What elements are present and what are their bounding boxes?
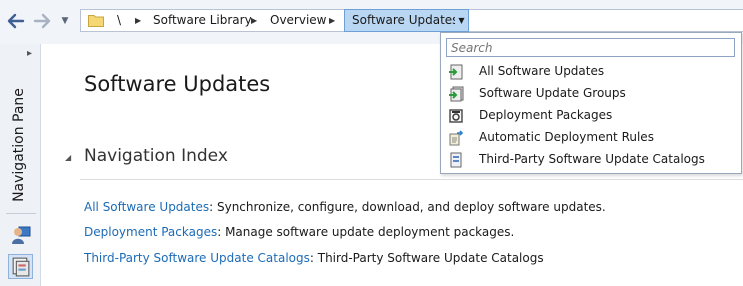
breadcrumb-separator-icon[interactable]: ▶ <box>329 10 335 31</box>
folder-icon <box>88 15 104 27</box>
navigation-pane: ▸ Navigation Pane <box>0 44 41 286</box>
breadcrumb-software-updates[interactable]: Software Updates <box>344 9 467 32</box>
breadcrumb-dropdown-button[interactable]: ▼ <box>455 9 469 32</box>
item-description: : Third-Party Software Update Catalogs <box>309 251 544 265</box>
deployment-packages-link[interactable]: Deployment Packages <box>84 225 217 239</box>
breadcrumb: \ ▶ Software Library ▶ Overview ▶ Softwa… <box>80 9 743 32</box>
administration-icon[interactable] <box>10 224 32 246</box>
collapse-section-icon[interactable]: ◢ <box>65 153 71 162</box>
divider <box>80 179 743 180</box>
software-library-icon <box>12 257 30 277</box>
item-description: : Synchronize, configure, download, and … <box>209 200 606 214</box>
breadcrumb-overview[interactable]: Overview <box>270 10 327 31</box>
breadcrumb-root[interactable]: \ <box>117 10 121 31</box>
search-input[interactable] <box>446 38 735 57</box>
breadcrumb-separator-icon[interactable]: ▶ <box>251 10 257 31</box>
navigation-pane-label[interactable]: Navigation Pane <box>11 80 33 210</box>
dropdown-arrow-icon[interactable]: ▼ <box>58 10 72 32</box>
software-library-nav-button[interactable] <box>8 254 33 279</box>
menu-item-deployment-packages[interactable]: Deployment Packages <box>442 105 740 127</box>
menu-item-automatic-deployment-rules[interactable]: Automatic Deployment Rules <box>442 127 740 149</box>
software-updates-icon <box>449 64 463 80</box>
item-description: : Manage software update deployment pack… <box>217 225 515 239</box>
catalog-icon <box>450 152 462 168</box>
divider <box>6 213 36 214</box>
deployment-packages-icon <box>449 109 463 123</box>
menu-item-label: Automatic Deployment Rules <box>479 130 654 144</box>
third-party-catalogs-link[interactable]: Third-Party Software Update Catalogs <box>84 251 310 265</box>
menu-item-label: Software Update Groups <box>479 86 626 100</box>
breadcrumb-separator-icon[interactable]: ▶ <box>135 10 141 31</box>
update-groups-icon <box>449 86 464 102</box>
all-software-updates-link[interactable]: All Software Updates <box>84 200 209 214</box>
breadcrumb-dropdown-menu: All Software Updates Software Update Gro… <box>440 32 742 174</box>
menu-item-label: Deployment Packages <box>479 108 613 122</box>
menu-item-third-party-catalogs[interactable]: Third-Party Software Update Catalogs <box>442 149 740 171</box>
forward-arrow-icon[interactable] <box>31 10 53 32</box>
menu-item-label: All Software Updates <box>479 64 605 78</box>
page-title: Software Updates <box>84 72 271 96</box>
menu-item-all-software-updates[interactable]: All Software Updates <box>442 61 740 83</box>
breadcrumb-software-library[interactable]: Software Library <box>153 10 252 31</box>
expand-pane-icon[interactable]: ▸ <box>27 48 32 59</box>
list-item: Deployment Packages: Manage software upd… <box>84 225 514 239</box>
menu-item-label: Third-Party Software Update Catalogs <box>479 152 705 166</box>
list-item: All Software Updates: Synchronize, confi… <box>84 200 606 214</box>
menu-item-software-update-groups[interactable]: Software Update Groups <box>442 83 740 105</box>
list-item: Third-Party Software Update Catalogs: Th… <box>84 251 544 265</box>
back-arrow-icon[interactable] <box>5 10 27 32</box>
deployment-rules-icon <box>449 130 464 146</box>
section-title: Navigation Index <box>84 146 228 166</box>
